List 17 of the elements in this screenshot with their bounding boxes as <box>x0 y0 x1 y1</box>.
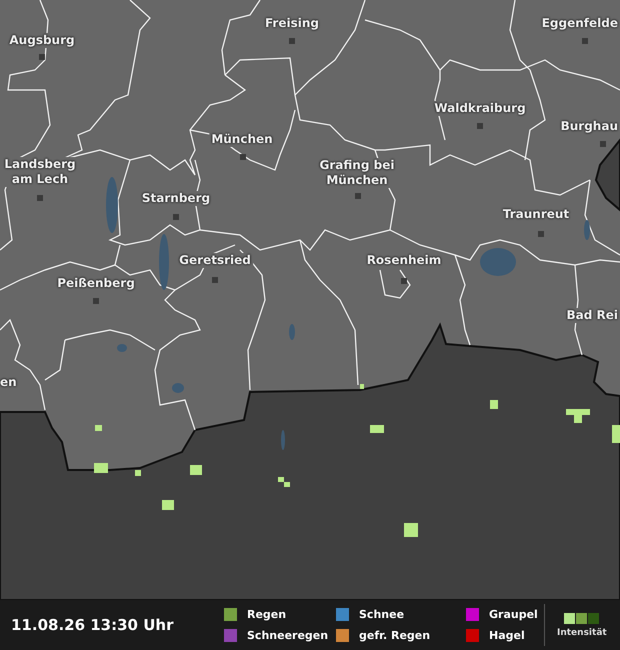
legend-label: Schnee <box>359 608 404 621</box>
timestamp: 11.08.26 13:30 Uhr <box>11 616 174 634</box>
legend-label: Schneeregen <box>247 629 328 642</box>
city-label: München <box>209 132 275 147</box>
legend-label: Graupel <box>489 608 538 621</box>
legend-label: Hagel <box>489 629 525 642</box>
intensity-label: Intensität <box>557 628 607 638</box>
city-label: Peißenberg <box>55 276 137 291</box>
city-label: Burghau <box>558 119 620 134</box>
city-label: Eggenfelde <box>540 16 620 31</box>
city-label: Starnberg <box>140 191 212 206</box>
city-label: Augsburg <box>7 33 77 48</box>
city-label: Geretsried <box>177 253 253 268</box>
city-label: Waldkraiburg <box>432 101 528 116</box>
legend-label: gefr. Regen <box>359 629 430 642</box>
city-label: Freising <box>263 16 321 31</box>
legend-label: Regen <box>247 608 286 621</box>
